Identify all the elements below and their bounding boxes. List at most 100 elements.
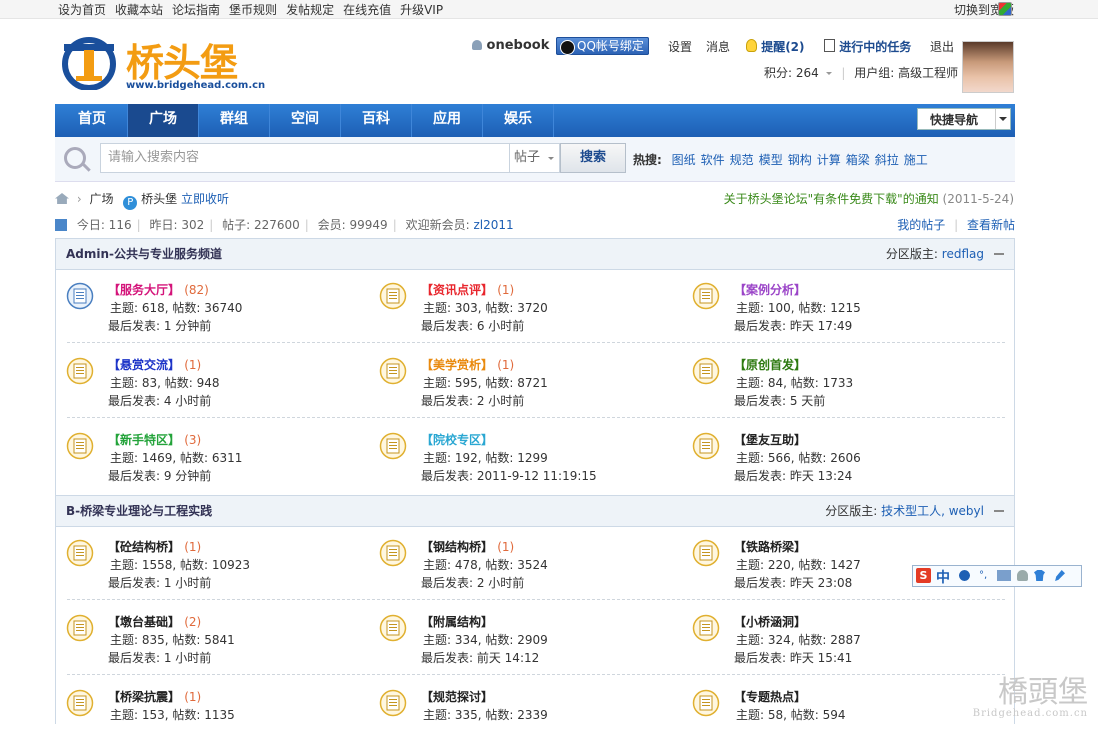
forum-name[interactable]: 【服务大厅】 (82) xyxy=(108,281,209,298)
top-link[interactable]: 收藏本站 xyxy=(115,3,163,17)
wrench-icon[interactable] xyxy=(1055,570,1065,581)
section-title[interactable]: B-桥梁专业理论与工程实践 xyxy=(66,496,212,526)
forum-name-text[interactable]: 【堡友互助】 xyxy=(734,433,806,447)
site-logo[interactable]: 桥头堡 www.bridgehead.com.cn xyxy=(58,30,265,98)
nav-item[interactable]: 空间 xyxy=(270,104,341,137)
hot-search-term[interactable]: 规范 xyxy=(730,153,754,167)
hot-search-term[interactable]: 模型 xyxy=(759,153,783,167)
forum-last-post[interactable]: 最后发表: 2 小时前 xyxy=(421,392,524,409)
forum-last-post[interactable]: 最后发表: 昨天 23:08 xyxy=(734,574,852,591)
forum-item[interactable]: 【小桥涵洞】 主题: 324, 帖数: 2887 最后发表: 昨天 15:41 xyxy=(692,604,992,666)
top-link[interactable]: 论坛指南 xyxy=(172,3,220,17)
forum-name-text[interactable]: 【附属结构】 xyxy=(421,615,493,629)
nav-item[interactable]: 应用 xyxy=(412,104,483,137)
forum-name[interactable]: 【案例分析】 xyxy=(734,281,806,298)
notice-link[interactable]: 关于桥头堡论坛"有条件免费下载"的通知 xyxy=(724,192,939,206)
forum-name[interactable]: 【钢结构桥】 (1) xyxy=(421,538,514,555)
hot-search-term[interactable]: 图纸 xyxy=(672,153,696,167)
forum-name-text[interactable]: 【案例分析】 xyxy=(734,283,806,297)
forum-name[interactable]: 【悬赏交流】 (1) xyxy=(108,356,201,373)
tasks-link[interactable]: 进行中的任务 xyxy=(824,38,911,55)
forum-name-text[interactable]: 【规范探讨】 xyxy=(421,690,493,704)
qq-bind-button[interactable]: QQ帐号绑定 xyxy=(556,37,649,55)
top-link[interactable]: 堡币规则 xyxy=(229,3,277,17)
forum-name-text[interactable]: 【专题热点】 xyxy=(734,690,806,704)
forum-item[interactable]: 【钢结构桥】 (1) 主题: 478, 帖数: 3524 最后发表: 2 小时前 xyxy=(379,529,679,591)
forum-name-text[interactable]: 【小桥涵洞】 xyxy=(734,615,806,629)
hot-search-term[interactable]: 钢构 xyxy=(788,153,812,167)
forum-name-text[interactable]: 【悬赏交流】 xyxy=(108,358,180,372)
forum-item[interactable]: 【新手特区】 (3) 主题: 1469, 帖数: 6311 最后发表: 9 分钟前 xyxy=(66,422,366,484)
theme-swatch-icon[interactable] xyxy=(998,2,1012,16)
forum-name[interactable]: 【院校专区】 xyxy=(421,431,493,448)
forum-name-text[interactable]: 【服务大厅】 xyxy=(108,283,180,297)
keyboard-icon[interactable] xyxy=(997,570,1011,581)
forum-last-post[interactable]: 最后发表: 昨天 17:49 xyxy=(734,317,852,334)
new-member-link[interactable]: zl2011 xyxy=(473,218,513,232)
search-button[interactable]: 搜索 xyxy=(560,143,626,173)
reminders-link[interactable]: 提醒(2) xyxy=(746,38,805,55)
new-posts-link[interactable]: 查看新帖 xyxy=(967,218,1015,232)
breadcrumb-forum[interactable]: 桥头堡 xyxy=(141,192,177,206)
settings-link[interactable]: 设置 xyxy=(668,38,692,55)
forum-name[interactable]: 【原创首发】 xyxy=(734,356,806,373)
forum-name[interactable]: 【专题热点】 xyxy=(734,688,806,705)
forum-name[interactable]: 【新手特区】 (3) xyxy=(108,431,201,448)
forum-last-post[interactable]: 最后发表: 5 天前 xyxy=(734,392,825,409)
hot-search-term[interactable]: 斜拉 xyxy=(875,153,899,167)
forum-name-text[interactable]: 【原创首发】 xyxy=(734,358,806,372)
forum-last-post[interactable]: 最后发表: 昨天 15:41 xyxy=(734,649,852,666)
forum-item[interactable]: 【院校专区】 主题: 192, 帖数: 1299 最后发表: 2011-9-12 1… xyxy=(379,422,679,484)
forum-item[interactable]: 【专题热点】 主题: 58, 帖数: 594 xyxy=(692,679,992,741)
punctuation-icon[interactable]: °, xyxy=(979,570,990,581)
forum-name-text[interactable]: 【砼结构桥】 xyxy=(108,540,180,554)
forum-name-text[interactable]: 【新手特区】 xyxy=(108,433,180,447)
forum-item[interactable]: 【案例分析】 主题: 100, 帖数: 1215 最后发表: 昨天 17:49 xyxy=(692,272,992,334)
skin-icon[interactable] xyxy=(1034,570,1045,581)
forum-last-post[interactable]: 最后发表: 昨天 13:24 xyxy=(734,467,852,484)
user-icon[interactable] xyxy=(1017,570,1028,581)
collapse-icon[interactable] xyxy=(994,253,1004,255)
home-icon[interactable] xyxy=(55,193,69,204)
forum-last-post[interactable]: 最后发表: 2 小时前 xyxy=(421,574,524,591)
points-dropdown-icon[interactable] xyxy=(825,72,832,78)
forum-name-text[interactable]: 【资讯点评】 xyxy=(421,283,493,297)
forum-name[interactable]: 【铁路桥梁】 xyxy=(734,538,806,555)
forum-name[interactable]: 【附属结构】 xyxy=(421,613,493,630)
ime-toolbar[interactable]: S 中 °, xyxy=(912,565,1082,587)
avatar[interactable] xyxy=(962,41,1014,93)
forum-item[interactable]: 【墩台基础】 (2) 主题: 835, 帖数: 5841 最后发表: 1 小时前 xyxy=(66,604,366,666)
search-scope-select[interactable]: 帖子 xyxy=(510,143,560,173)
nav-item[interactable]: 娱乐 xyxy=(483,104,554,137)
moderators-names[interactable]: redflag xyxy=(942,247,984,261)
forum-last-post[interactable]: 最后发表: 6 小时前 xyxy=(421,317,524,334)
forum-name[interactable]: 【砼结构桥】 (1) xyxy=(108,538,201,555)
forum-item[interactable]: 【规范探讨】 主题: 335, 帖数: 2339 xyxy=(379,679,679,741)
forum-last-post[interactable]: 最后发表: 1 分钟前 xyxy=(108,317,211,334)
hot-search-term[interactable]: 箱梁 xyxy=(846,153,870,167)
top-link[interactable]: 发帖规定 xyxy=(286,3,334,17)
nav-item[interactable]: 百科 xyxy=(341,104,412,137)
hot-search-term[interactable]: 计算 xyxy=(817,153,841,167)
forum-name[interactable]: 【桥梁抗震】 (1) xyxy=(108,688,201,705)
forum-item[interactable]: 【附属结构】 主题: 334, 帖数: 2909 最后发表: 前天 14:12 xyxy=(379,604,679,666)
forum-last-post[interactable]: 最后发表: 4 小时前 xyxy=(108,392,211,409)
moderators-names[interactable]: 技术型工人, webyl xyxy=(881,504,984,518)
ime-mode[interactable]: 中 xyxy=(936,567,950,587)
follow-link[interactable]: 立即收听 xyxy=(181,192,229,206)
nav-item[interactable]: 群组 xyxy=(199,104,270,137)
forum-item[interactable]: 【原创首发】 主题: 84, 帖数: 1733 最后发表: 5 天前 xyxy=(692,347,992,409)
forum-name[interactable]: 【墩台基础】 (2) xyxy=(108,613,201,630)
username-link[interactable]: onebook xyxy=(472,38,549,53)
forum-item[interactable]: 【悬赏交流】 (1) 主题: 83, 帖数: 948 最后发表: 4 小时前 xyxy=(66,347,366,409)
forum-last-post[interactable]: 最后发表: 1 小时前 xyxy=(108,649,211,666)
forum-last-post[interactable]: 最后发表: 1 小时前 xyxy=(108,574,211,591)
nav-item[interactable]: 广场 xyxy=(128,104,199,137)
search-input[interactable]: 请输入搜索内容 xyxy=(100,143,510,173)
section-title[interactable]: Admin-公共与专业服务频道 xyxy=(66,239,222,269)
forum-name-text[interactable]: 【桥梁抗震】 xyxy=(108,690,180,704)
messages-link[interactable]: 消息 xyxy=(706,38,730,55)
moon-icon[interactable] xyxy=(959,570,970,581)
forum-item[interactable]: 【砼结构桥】 (1) 主题: 1558, 帖数: 10923 最后发表: 1 小时前 xyxy=(66,529,366,591)
top-link[interactable]: 升级VIP xyxy=(400,3,443,17)
